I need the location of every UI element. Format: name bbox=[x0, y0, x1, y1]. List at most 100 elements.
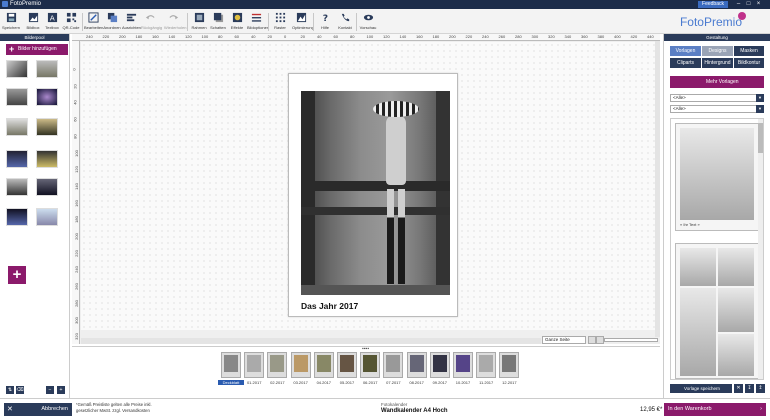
shadow-button[interactable]: Schatten bbox=[209, 11, 227, 33]
pool-image[interactable] bbox=[36, 60, 58, 78]
pool-image[interactable] bbox=[36, 150, 58, 168]
template-item[interactable]: « Ihr Text » bbox=[675, 123, 759, 231]
page-thumbnail-image bbox=[247, 355, 262, 372]
text-box-button[interactable]: A Textbox bbox=[43, 11, 61, 33]
page-thumbnail-label[interactable]: 11.2017 bbox=[473, 380, 499, 385]
tab-templates[interactable]: Vorlagen bbox=[670, 46, 701, 56]
page-thumbnail-label[interactable]: 04.2017 bbox=[311, 380, 337, 385]
horizontal-scrollbar[interactable] bbox=[81, 338, 541, 344]
fit-page-icon[interactable] bbox=[588, 336, 596, 344]
image-box-button[interactable]: Bildbox bbox=[24, 11, 42, 33]
pool-image[interactable] bbox=[36, 178, 58, 196]
page-thumbnail[interactable] bbox=[337, 352, 357, 378]
page-thumbnail-label[interactable]: 06.2017 bbox=[357, 380, 383, 385]
scroll-thumb[interactable] bbox=[758, 123, 763, 153]
page-thumbnail-label[interactable]: 09.2017 bbox=[427, 380, 453, 385]
page-thumbnail[interactable] bbox=[244, 352, 265, 378]
page-thumbnail[interactable] bbox=[221, 352, 241, 378]
cancel-button[interactable]: ✕ Abbrechen bbox=[4, 403, 72, 416]
contact-button[interactable]: Kontakt bbox=[336, 11, 354, 33]
add-images-button[interactable]: + Bilder hinzufügen bbox=[6, 44, 68, 55]
calendar-page[interactable]: Das Jahr 2017 bbox=[288, 73, 458, 317]
tab-image-contour[interactable]: Bildkontur bbox=[734, 58, 764, 68]
pool-image[interactable] bbox=[36, 88, 58, 106]
maximize-icon[interactable]: □ bbox=[745, 1, 752, 8]
qr-code-button[interactable]: QR-Code bbox=[62, 11, 80, 33]
minimize-icon[interactable]: – bbox=[735, 1, 742, 8]
zoom-select[interactable]: Ganze Seite bbox=[542, 336, 586, 344]
save-button[interactable]: Speichern bbox=[2, 11, 20, 33]
page-thumbnail[interactable] bbox=[267, 352, 288, 378]
ruler-tick-label: 320 bbox=[73, 333, 79, 341]
save-icon bbox=[6, 12, 16, 23]
effects-button[interactable]: Effekte bbox=[228, 11, 246, 33]
page-thumbnail[interactable] bbox=[313, 352, 334, 378]
zoom-out-icon[interactable]: − bbox=[46, 386, 54, 394]
page-thumbnail[interactable] bbox=[290, 352, 311, 378]
page-thumbnail[interactable] bbox=[383, 352, 404, 378]
page-thumbnail-label[interactable]: Deckblatt bbox=[218, 380, 244, 385]
pool-image[interactable] bbox=[6, 88, 28, 106]
frame-button[interactable]: Rahmen bbox=[190, 11, 208, 33]
page-thumbnail-label[interactable]: 01.2017 bbox=[241, 380, 267, 385]
pool-image[interactable] bbox=[6, 178, 28, 196]
help-button[interactable]: ? Hilfe bbox=[316, 11, 334, 33]
pool-image[interactable] bbox=[6, 208, 28, 226]
shadow-icon bbox=[213, 12, 223, 23]
tab-background[interactable]: Hintergrund bbox=[702, 58, 733, 68]
save-template-button[interactable]: Vorlage speichern bbox=[670, 384, 732, 393]
feedback-button[interactable]: Feedback bbox=[698, 1, 728, 8]
add-to-cart-button[interactable]: In den Warenkorb › bbox=[664, 403, 766, 416]
work-area[interactable]: Das Jahr 2017 bbox=[81, 42, 660, 330]
sort-icon[interactable]: ⇅ bbox=[6, 386, 14, 394]
pool-image[interactable] bbox=[6, 150, 28, 168]
page-thumbnail[interactable] bbox=[476, 352, 497, 378]
template-item[interactable] bbox=[675, 243, 759, 379]
edit-button[interactable]: Bearbeiten bbox=[84, 11, 103, 33]
add-image-plus-button[interactable]: + bbox=[8, 266, 26, 284]
zoom-slider[interactable] bbox=[604, 338, 658, 342]
pool-image[interactable] bbox=[36, 208, 58, 226]
page-thumbnail[interactable] bbox=[406, 352, 427, 378]
pool-image[interactable] bbox=[6, 60, 28, 78]
zoom-in-icon[interactable]: + bbox=[57, 386, 65, 394]
template-scrollbar[interactable] bbox=[758, 119, 763, 379]
filter-select-1[interactable]: <Alle> ▼ bbox=[670, 94, 764, 102]
page-thumbnail[interactable] bbox=[499, 352, 520, 378]
tab-cliparts[interactable]: Cliparts bbox=[670, 58, 701, 68]
page-title-text[interactable]: Das Jahr 2017 bbox=[301, 301, 358, 311]
page-thumbnail[interactable] bbox=[429, 352, 450, 378]
delete-icon[interactable]: ⌫ bbox=[16, 386, 24, 394]
import-template-icon[interactable]: ↧ bbox=[745, 384, 754, 393]
arrange-button[interactable]: Anordnen bbox=[103, 11, 121, 33]
export-template-icon[interactable]: ↥ bbox=[756, 384, 765, 393]
cover-photo[interactable] bbox=[301, 91, 450, 295]
page-thumbnail-label[interactable]: 05.2017 bbox=[334, 380, 360, 385]
close-icon[interactable]: × bbox=[755, 1, 762, 8]
page-thumbnail-label[interactable]: 08.2017 bbox=[404, 380, 430, 385]
grid-button[interactable]: Raster bbox=[271, 11, 289, 33]
page-thumbnail-label[interactable]: 12.2017 bbox=[496, 380, 522, 385]
page-thumbnail[interactable] bbox=[360, 352, 381, 378]
filter-select-2[interactable]: <Alle> ▼ bbox=[670, 105, 764, 113]
page-thumbnail-label[interactable]: 10.2017 bbox=[450, 380, 476, 385]
tab-designs[interactable]: Designs bbox=[702, 46, 733, 56]
page-thumbnail-label[interactable]: 03.2017 bbox=[288, 380, 314, 385]
tab-masks[interactable]: Masken bbox=[734, 46, 764, 56]
align-button[interactable]: Ausrichten bbox=[122, 11, 141, 33]
app-logo-icon bbox=[2, 1, 8, 7]
page-thumbnail-label[interactable]: 02.2017 bbox=[264, 380, 290, 385]
fit-width-icon[interactable] bbox=[596, 336, 604, 344]
vertical-scrollbar[interactable] bbox=[655, 41, 660, 337]
preview-button[interactable]: Vorschau bbox=[359, 11, 377, 33]
pool-image[interactable] bbox=[6, 118, 28, 136]
undo-button[interactable]: Rückgängig bbox=[141, 11, 162, 33]
image-options-button[interactable]: Bildoptionen bbox=[247, 11, 269, 33]
more-templates-button[interactable]: Mehr Vorlagen bbox=[670, 76, 764, 88]
pool-image[interactable] bbox=[36, 118, 58, 136]
page-thumbnail[interactable] bbox=[453, 352, 473, 378]
redo-button[interactable]: Wiederholen bbox=[164, 11, 186, 33]
delete-template-icon[interactable]: ✕ bbox=[734, 384, 743, 393]
page-thumbnail-label[interactable]: 07.2017 bbox=[380, 380, 406, 385]
optimize-button[interactable]: Optimierung bbox=[292, 11, 314, 33]
